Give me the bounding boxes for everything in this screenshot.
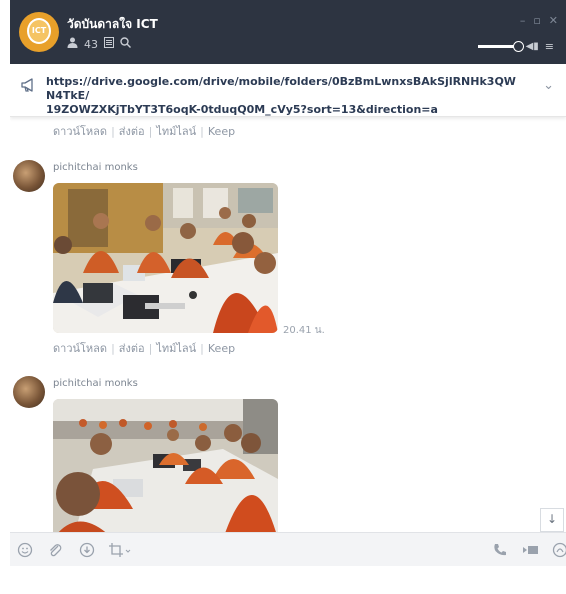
timeline-link[interactable]: ไทม์ไลน์	[156, 125, 196, 138]
member-count[interactable]: 43	[84, 38, 98, 51]
more-icon[interactable]	[552, 542, 566, 562]
message-photo[interactable]	[53, 399, 278, 532]
download-link[interactable]: ดาวน์โหลด	[53, 125, 107, 138]
download-icon[interactable]	[79, 542, 95, 562]
member-icon[interactable]	[67, 37, 78, 51]
crop-icon[interactable]	[108, 542, 132, 562]
message-list: ดาวน์โหลด | ส่งต่อ | ไทม์ไลน์ | Keep pichitcha…	[10, 117, 566, 532]
notes-icon[interactable]	[104, 37, 114, 51]
volume-knob[interactable]	[512, 41, 524, 52]
sender-name: pichitchai monks	[53, 162, 138, 173]
volume-control: ◀▮ ≡	[477, 40, 554, 53]
minimize-icon[interactable]: –	[520, 14, 526, 27]
group-meta: 43	[67, 37, 131, 51]
chat-header: ICT วัดบันดาลใจ ICT 43 – ▫ ✕ ◀▮ ≡	[10, 0, 566, 64]
sender-avatar[interactable]	[13, 376, 45, 408]
download-link[interactable]: ดาวน์โหลด	[53, 342, 107, 355]
close-icon[interactable]: ✕	[549, 14, 558, 27]
announcement-link[interactable]: https://drive.google.com/drive/mobile/fo…	[46, 75, 516, 117]
megaphone-icon	[21, 78, 33, 92]
sender-name: pichitchai monks	[53, 378, 138, 389]
message-actions: ดาวน์โหลด | ส่งต่อ | ไทม์ไลน์ | Keep	[53, 125, 236, 138]
forward-link[interactable]: ส่งต่อ	[119, 125, 145, 138]
emoji-icon[interactable]	[17, 542, 33, 562]
menu-icon[interactable]: ≡	[545, 40, 554, 53]
video-icon[interactable]	[522, 542, 540, 562]
attach-icon[interactable]	[47, 542, 63, 562]
keep-link[interactable]: Keep	[208, 342, 235, 355]
input-toolbar	[10, 532, 566, 566]
timeline-link[interactable]: ไทม์ไลน์	[156, 342, 196, 355]
announcement-link-line2: 19ZOWZXKjTbYT3T6oqK-0tduqQ0M_cVy5?sort=1…	[46, 103, 438, 116]
phone-icon[interactable]	[492, 542, 508, 562]
sender-avatar[interactable]	[13, 160, 45, 192]
group-avatar-text: ICT	[31, 26, 47, 35]
chat-window: ICT วัดบันดาลใจ ICT 43 – ▫ ✕ ◀▮ ≡ https:…	[10, 0, 566, 566]
message-time: 20.41 น.	[283, 325, 325, 336]
chevron-down-icon[interactable]: ⌄	[543, 78, 554, 93]
scroll-down-button[interactable]: ↓	[540, 508, 564, 532]
window-controls: – ▫ ✕	[520, 14, 558, 27]
group-avatar[interactable]: ICT	[19, 12, 59, 52]
forward-link[interactable]: ส่งต่อ	[119, 342, 145, 355]
message-actions: ดาวน์โหลด | ส่งต่อ | ไทม์ไลน์ | Keep	[53, 342, 236, 355]
maximize-icon[interactable]: ▫	[533, 14, 540, 27]
search-icon[interactable]	[120, 37, 131, 51]
announcement-bar[interactable]: https://drive.google.com/drive/mobile/fo…	[10, 64, 566, 117]
announcement-link-line1: https://drive.google.com/drive/mobile/fo…	[46, 75, 516, 102]
speaker-icon[interactable]: ◀▮	[526, 41, 539, 52]
group-name[interactable]: วัดบันดาลใจ ICT	[67, 15, 158, 34]
message-photo[interactable]	[53, 183, 278, 333]
keep-link[interactable]: Keep	[208, 125, 235, 138]
volume-slider[interactable]	[477, 41, 524, 52]
